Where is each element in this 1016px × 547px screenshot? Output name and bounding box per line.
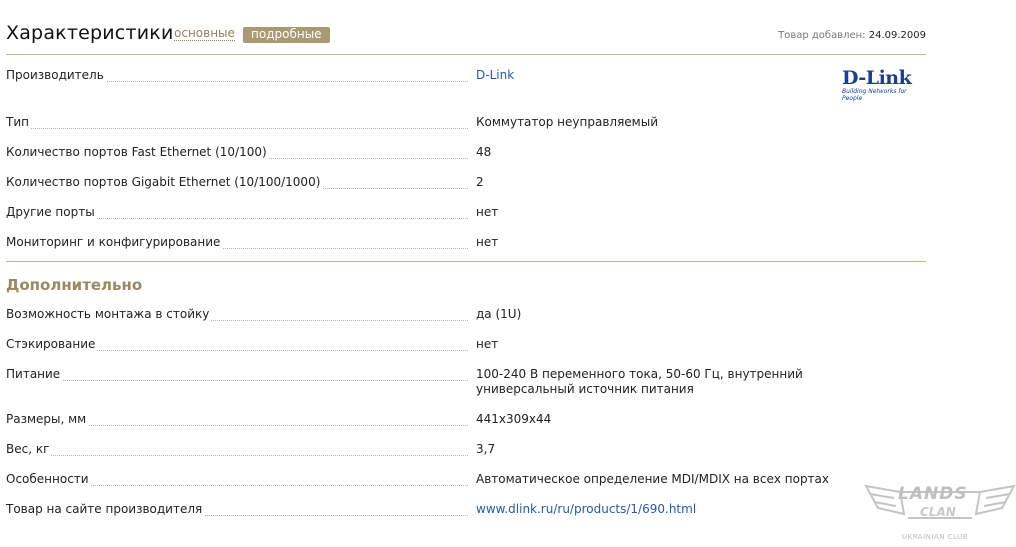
spec-label: Питание — [6, 367, 63, 381]
spec-label: Особенности — [6, 472, 91, 486]
watermark-club: UKRAINIAN CLUB — [902, 533, 969, 541]
spec-value: Автоматическое определение MDI/MDIX на в… — [476, 472, 830, 486]
watermark-text: LANDS — [898, 484, 968, 504]
manufacturer-link[interactable]: D-Link — [476, 68, 514, 82]
watermark-sub: CLAN — [920, 505, 956, 519]
spec-label: Стэкирование — [6, 337, 98, 351]
dlink-logo[interactable]: D-Link Building Networks for People — [842, 67, 928, 102]
section-divider — [6, 261, 926, 262]
manufacturer-site-link[interactable]: www.dlink.ru/ru/products/1/690.html — [476, 502, 696, 516]
spec-label: Возможность монтажа в стойку — [6, 307, 212, 321]
spec-value: 441x309x44 — [476, 412, 552, 426]
spec-label: Количество портов Gigabit Ethernet (10/1… — [6, 175, 323, 189]
spec-label: Тип — [6, 115, 31, 129]
added-label: Товар добавлен: — [778, 30, 866, 41]
spec-label: Товар на сайте производителя — [6, 502, 205, 516]
specs-panel: Характеристики основные подробные Товар … — [6, 0, 926, 516]
spec-label: Размеры, мм — [6, 412, 89, 426]
spec-value: 2 — [476, 175, 484, 189]
spec-value: нет — [476, 337, 499, 351]
spec-value: да (1U) — [476, 307, 522, 321]
tab-detailed[interactable]: подробные — [243, 27, 330, 43]
spec-value: нет — [476, 235, 499, 249]
spec-label: Мониторинг и конфигурирование — [6, 235, 223, 249]
spec-value: нет — [476, 205, 499, 219]
added-date: 24.09.2009 — [868, 30, 926, 41]
watermark-logo: LANDS CLAN UKRAINIAN CLUB — [864, 478, 1016, 543]
spec-value: 100-240 В переменного тока, 50-60 Гц, вн… — [476, 367, 803, 396]
spec-value: Коммутатор неуправляемый — [476, 115, 658, 129]
page-title: Характеристики — [6, 22, 174, 44]
added-date-info: Товар добавлен: 24.09.2009 — [778, 30, 926, 41]
tab-basic[interactable]: основные — [174, 27, 235, 41]
spec-label: Другие порты — [6, 205, 97, 219]
logo-text: D-Link — [842, 67, 912, 89]
spec-value: 48 — [476, 145, 492, 159]
logo-tagline: Building Networks for People — [842, 88, 907, 102]
section-title-additional: Дополнительно — [6, 276, 143, 294]
spec-label: Вес, кг — [6, 442, 52, 456]
specs-header: Характеристики основные подробные Товар … — [6, 0, 926, 55]
spec-label: Количество портов Fast Ethernet (10/100) — [6, 145, 269, 159]
spec-value: 3,7 — [476, 442, 496, 456]
spec-label: Производитель — [6, 68, 106, 82]
